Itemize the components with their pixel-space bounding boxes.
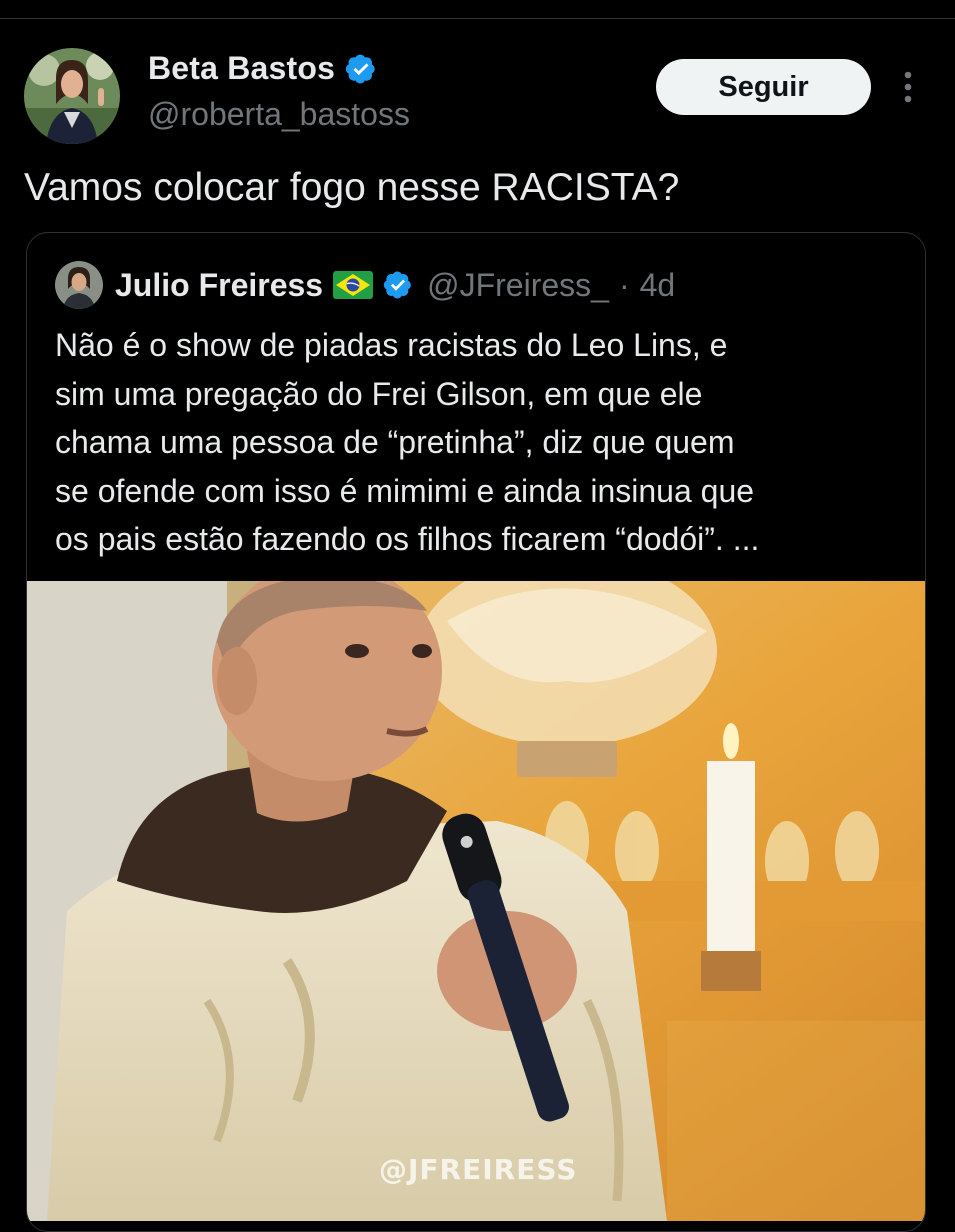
quoted-text-line: os pais estão fazendo os filhos ficarem … (55, 521, 760, 557)
top-divider (0, 18, 955, 19)
verified-badge-icon (345, 53, 377, 85)
follow-button[interactable]: Seguir (656, 59, 871, 115)
author-avatar[interactable] (24, 48, 120, 144)
quoted-author-handle[interactable]: @JFreiress_ (427, 267, 609, 304)
quoted-author-avatar[interactable] (55, 261, 103, 309)
quoted-text-line: sim uma pregação do Frei Gilson, em que … (55, 375, 703, 412)
quoted-tweet-card[interactable]: Julio Freiress @JFreiress_ · 4d Não é o … (26, 232, 926, 1232)
quoted-text-line: se ofende com isso é mimimi e ainda insi… (55, 472, 755, 509)
more-vertical-icon[interactable] (896, 70, 920, 106)
video-watermark: @JFREIRESS (379, 1153, 578, 1186)
quoted-text-line: Não é o show de piadas racistas do Leo L… (55, 327, 728, 363)
tweet-text: Vamos colocar fogo nesse RACISTA? (24, 166, 680, 209)
quoted-text-line: chama uma pessoa de “pretinha”, diz que … (55, 424, 735, 460)
quoted-author-name[interactable]: Julio Freiress (115, 267, 323, 304)
quoted-tweet-header: Julio Freiress @JFreiress_ · 4d (55, 261, 675, 309)
separator-dot: · (618, 266, 630, 303)
author-name[interactable]: Beta Bastos (148, 50, 335, 87)
author-name-row: Beta Bastos (148, 50, 377, 87)
quoted-verified-badge-icon (383, 270, 413, 300)
quoted-tweet-text: Não é o show de piadas racistas do Leo L… (55, 321, 915, 564)
brazil-flag-icon (333, 271, 374, 299)
quoted-timestamp[interactable]: 4d (640, 267, 676, 304)
quoted-video-thumbnail[interactable]: @JFREIRESS (27, 581, 925, 1221)
author-handle[interactable]: @roberta_bastoss (148, 96, 410, 133)
